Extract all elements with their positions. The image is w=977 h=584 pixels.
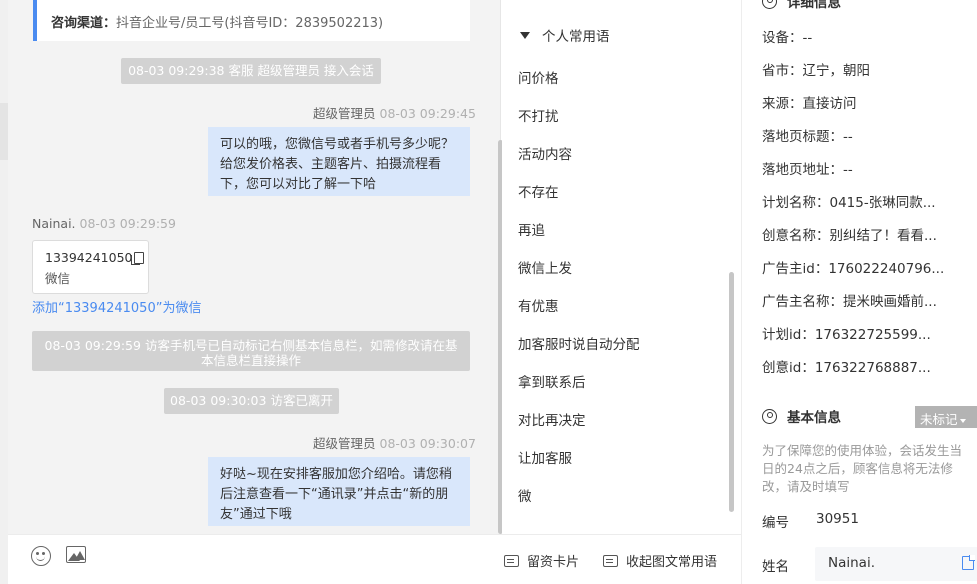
mark-label: 未标记 [920, 412, 958, 427]
name-value: Nainai. [828, 555, 875, 571]
basic-info-title: 基本信息 [762, 406, 841, 426]
name-label: 姓名 [762, 559, 789, 575]
gutter-collapse-tab[interactable] [0, 103, 8, 160]
chat-input-toolbar: 留资卡片 收起图文常用语 [8, 534, 741, 584]
agent-message-bubble: 好哒~现在安排客服加您介绍哈。请您稍后注意查看一下“通讯录”并点击“新的朋友”通… [208, 457, 470, 526]
user-icon [762, 408, 777, 424]
name-field[interactable]: Nainai. [815, 547, 977, 581]
system-message: 08-03 09:30:03 访客已离开 [164, 388, 339, 414]
phrase-item[interactable]: 微信上发 [518, 257, 572, 277]
message-time: 08-03 09:29:59 [79, 216, 176, 231]
id-value: 30951 [816, 511, 859, 527]
common-phrases-panel: 个人常用语 问价格 不打扰 活动内容 不存在 再追 微信上发 有优惠 加客服时说… [502, 0, 741, 534]
info-row-creative-id: 创意id：176322768887... [762, 360, 931, 376]
basic-info-label: 基本信息 [787, 410, 841, 426]
phrase-item[interactable]: 对比再决定 [518, 409, 586, 429]
collapse-phrases-button[interactable]: 收起图文常用语 [603, 551, 717, 570]
source-value: 抖音企业号/员工号(抖音号ID：2839502213) [116, 16, 384, 31]
info-row-plan-id: 计划id：176322725599... [762, 327, 931, 343]
info-row-region: 省市：辽宁，朝阳 [762, 63, 870, 79]
phone-number: 13394241050 [45, 250, 133, 265]
phrase-group-title: 个人常用语 [542, 29, 610, 45]
id-label: 编号 [762, 515, 789, 531]
info-row-landing-url: 落地页地址：-- [762, 162, 853, 178]
phone-type: 微信 [45, 271, 71, 286]
phrase-item[interactable]: 再追 [518, 219, 545, 239]
edit-notice: 为了保障您的使用体验，会话发生当日的24点之后，顾客信息将无法修改，请及时填写 [762, 443, 963, 494]
mark-dropdown[interactable]: 未标记 [915, 406, 977, 428]
info-row-source: 来源：直接访问 [762, 96, 857, 112]
visitor-message-meta: Nainai. 08-03 09:29:59 [32, 216, 176, 231]
phrase-item[interactable]: 不存在 [518, 181, 559, 201]
agent-message-meta: 超级管理员 08-03 09:30:07 [313, 433, 476, 452]
add-wechat-link[interactable]: 添加“13394241050”为微信 [32, 297, 201, 316]
lead-card-button[interactable]: 留资卡片 [504, 551, 579, 570]
message-time: 08-03 09:30:07 [379, 436, 476, 451]
image-icon[interactable] [66, 546, 86, 563]
phrase-item[interactable]: 有优惠 [518, 295, 559, 315]
source-channel-card: 咨询渠道：抖音企业号/员工号(抖音号ID：2839502213) [33, 0, 470, 41]
phrase-item[interactable]: 不打扰 [518, 105, 559, 125]
chevron-down-icon [959, 418, 966, 423]
caret-down-icon [520, 31, 530, 39]
info-row-landing-title: 落地页标题：-- [762, 129, 853, 145]
info-row-advertiser-id: 广告主id：176022240796... [762, 261, 945, 277]
system-message: 08-03 09:29:38 客服 超级管理员 接入会话 [121, 58, 381, 84]
agent-message-meta: 超级管理员 08-03 09:29:45 [313, 103, 476, 122]
source-label: 咨询渠道： [51, 16, 117, 31]
detail-section-label: 详细信息 [787, 0, 841, 11]
info-row-device: 设备：-- [762, 30, 813, 46]
phone-card: 13394241050 微信 [32, 240, 149, 294]
phrase-item[interactable]: 让加客服 [518, 447, 572, 467]
agent-message-bubble: 可以的哦，您微信号或者手机号多少呢？给您发价格表、主题客片、拍摄流程看下，您可以… [208, 127, 470, 196]
phone-number-row: 13394241050 [45, 250, 148, 265]
phrase-item[interactable]: 问价格 [518, 67, 559, 87]
emoji-icon[interactable] [31, 546, 51, 566]
copy-icon[interactable] [131, 251, 145, 265]
phrase-item[interactable]: 拿到联系后 [518, 371, 586, 391]
sender-name: 超级管理员 [313, 106, 376, 121]
system-message: 08-03 09:29:59 访客手机号已自动标记右侧基本信息栏，如需修改请在基… [32, 331, 470, 371]
info-row-advertiser-name: 广告主名称：提米映画婚前... [762, 294, 937, 310]
phrase-item[interactable]: 微 [518, 485, 532, 505]
left-gutter [0, 0, 8, 584]
app-root: { "source": { "label": "咨询渠道：", "value":… [0, 0, 977, 584]
sender-name: 超级管理员 [313, 436, 376, 451]
phrase-item[interactable]: 活动内容 [518, 143, 572, 163]
phrase-group-header[interactable]: 个人常用语 [520, 25, 610, 45]
info-row-creative-name: 创意名称：别纠结了！看看... [762, 228, 937, 244]
collapse-phrases-label: 收起图文常用语 [626, 555, 718, 570]
info-icon [762, 0, 777, 9]
message-icon [603, 554, 618, 567]
edit-icon[interactable] [962, 555, 975, 570]
phrases-scrollbar[interactable] [729, 272, 734, 512]
message-time: 08-03 09:29:45 [379, 106, 476, 121]
detail-section-title: 详细信息 [762, 0, 841, 11]
chat-panel: 咨询渠道：抖音企业号/员工号(抖音号ID：2839502213) 08-03 0… [8, 0, 503, 584]
sender-name: Nainai. [32, 216, 76, 231]
card-icon [504, 554, 519, 567]
info-row-plan-name: 计划名称：0415-张琳同款... [762, 195, 936, 211]
customer-info-panel: 详细信息 设备：-- 省市：辽宁，朝阳 来源：直接访问 落地页标题：-- 落地页… [741, 0, 977, 584]
phrase-item[interactable]: 加客服时说自动分配 [518, 333, 640, 353]
lead-card-label: 留资卡片 [527, 555, 580, 570]
